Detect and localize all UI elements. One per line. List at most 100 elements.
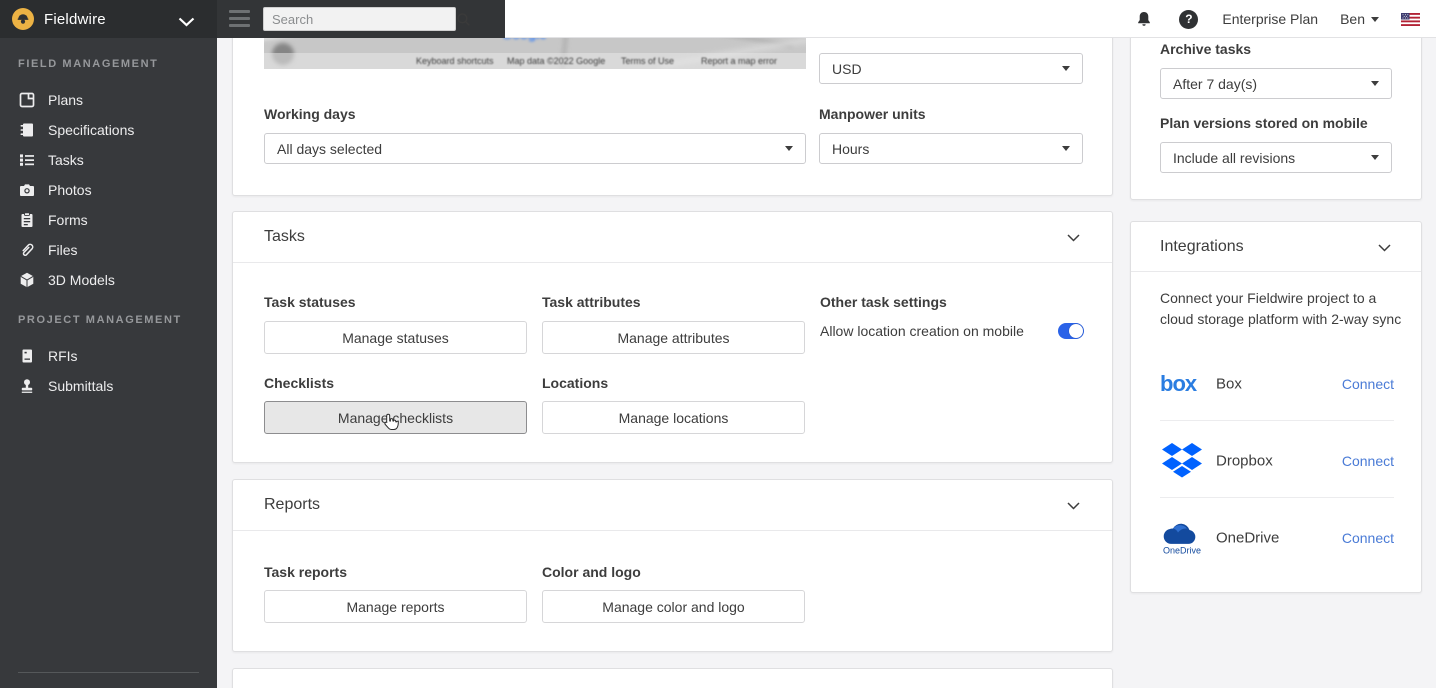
fieldwire-project-settings-page: Google Keyboard shortcuts Map data ©2022…: [0, 0, 1436, 688]
map-data-label: Map data ©2022 Google: [507, 56, 605, 66]
sidebar-item-3d-models[interactable]: 3D Models: [0, 265, 217, 295]
working-days-select[interactable]: All days selected: [264, 133, 806, 164]
brand-name: Fieldwire: [44, 11, 106, 28]
task-reports-label: Task reports: [264, 564, 347, 580]
manpower-units-select[interactable]: Hours: [819, 133, 1083, 164]
chevron-down-icon[interactable]: [1378, 244, 1391, 252]
box-connect-link[interactable]: Connect: [1342, 376, 1394, 392]
integrations-card-header[interactable]: Integrations: [1131, 222, 1421, 272]
map-terms-link[interactable]: Terms of Use: [621, 56, 674, 66]
plan-versions-select[interactable]: Include all revisions: [1160, 142, 1392, 173]
tasks-settings-card: Tasks Task statuses Task attributes Othe…: [232, 211, 1113, 463]
project-switcher[interactable]: Fieldwire: [0, 0, 217, 38]
manage-statuses-button[interactable]: Manage statuses: [264, 321, 527, 354]
manpower-units-value: Hours: [832, 141, 869, 157]
photos-icon: [18, 182, 35, 199]
notifications-bell-icon[interactable]: [1135, 10, 1153, 29]
map-keyboard-shortcuts-link[interactable]: Keyboard shortcuts: [416, 56, 494, 66]
locations-label: Locations: [542, 375, 608, 391]
search-icon[interactable]: [456, 12, 471, 27]
working-days-label: Working days: [264, 106, 356, 122]
sidebar-section-field-management: FIELD MANAGEMENT: [18, 56, 158, 72]
integrations-description: Connect your Fieldwire project to a clou…: [1160, 288, 1402, 330]
onedrive-connect-link[interactable]: Connect: [1342, 530, 1394, 546]
mouse-cursor-pointer-icon: [383, 413, 399, 436]
menu-toggle-icon[interactable]: [229, 10, 250, 27]
map-report-error-link[interactable]: Report a map error: [701, 56, 777, 66]
archive-tasks-select[interactable]: After 7 day(s): [1160, 68, 1392, 99]
divider: [18, 672, 199, 673]
sidebar-item-label: Plans: [48, 92, 83, 108]
color-and-logo-label: Color and logo: [542, 564, 641, 580]
specifications-icon: [18, 122, 35, 139]
chevron-down-icon: [1062, 146, 1070, 151]
sidebar-item-label: Forms: [48, 212, 88, 228]
chevron-down-icon: [1062, 66, 1070, 71]
sidebar-item-submittals[interactable]: Submittals: [0, 371, 217, 401]
help-icon[interactable]: ?: [1179, 10, 1198, 29]
chevron-down-icon: [785, 146, 793, 151]
sidebar-item-forms[interactable]: Forms: [0, 205, 217, 235]
integration-row-dropbox: Dropbox Connect: [1160, 431, 1394, 491]
task-attributes-label: Task attributes: [542, 294, 641, 310]
allow-location-creation-toggle[interactable]: [1058, 323, 1084, 339]
sidebar-item-label: RFIs: [48, 348, 78, 364]
search-input[interactable]: [264, 12, 456, 27]
sidebar-item-files[interactable]: Files: [0, 235, 217, 265]
manage-color-logo-button[interactable]: Manage color and logo: [542, 590, 805, 623]
working-days-value: All days selected: [277, 141, 382, 157]
task-statuses-label: Task statuses: [264, 294, 356, 310]
manage-attributes-button[interactable]: Manage attributes: [542, 321, 805, 354]
sidebar-item-label: Photos: [48, 182, 92, 198]
manage-reports-button[interactable]: Manage reports: [264, 590, 527, 623]
language-flag-us-icon[interactable]: [1401, 13, 1420, 26]
integration-name: Dropbox: [1216, 453, 1273, 470]
toggle-knob: [1069, 324, 1083, 338]
stamp-icon: [18, 378, 35, 395]
other-task-settings-label: Other task settings: [820, 294, 947, 310]
user-menu[interactable]: Ben: [1340, 11, 1379, 27]
cube-icon: [18, 272, 35, 289]
sidebar: FIELD MANAGEMENT Plans Specifications Ta…: [0, 38, 217, 688]
sidebar-item-plans[interactable]: Plans: [0, 85, 217, 115]
plan-badge[interactable]: Enterprise Plan: [1222, 11, 1318, 27]
integration-row-onedrive: OneDrive OneDrive Connect: [1160, 508, 1394, 568]
manage-locations-button[interactable]: Manage locations: [542, 401, 805, 434]
tasks-card-header[interactable]: Tasks: [233, 212, 1112, 263]
integrations-card-title: Integrations: [1160, 238, 1244, 256]
manpower-units-label: Manpower units: [819, 106, 926, 122]
integration-name: OneDrive: [1216, 530, 1279, 547]
plan-versions-label: Plan versions stored on mobile: [1160, 115, 1368, 131]
forms-icon: [18, 212, 35, 229]
sidebar-item-rfis[interactable]: RFIs: [0, 341, 217, 371]
archive-tasks-label: Archive tasks: [1160, 41, 1251, 57]
tasks-icon: [18, 152, 35, 169]
sidebar-item-label: 3D Models: [48, 272, 115, 288]
currency-select[interactable]: USD: [819, 53, 1083, 84]
archive-tasks-value: After 7 day(s): [1173, 76, 1257, 92]
files-icon: [18, 242, 35, 259]
chevron-down-icon[interactable]: [1067, 502, 1080, 510]
search-box[interactable]: [263, 7, 456, 31]
dropbox-connect-link[interactable]: Connect: [1342, 453, 1394, 469]
chevron-down-icon: [1371, 17, 1379, 22]
integration-name: Box: [1216, 376, 1242, 393]
chevron-down-icon[interactable]: [1067, 234, 1080, 242]
sidebar-item-tasks[interactable]: Tasks: [0, 145, 217, 175]
checklists-label: Checklists: [264, 375, 334, 391]
tasks-card-title: Tasks: [264, 228, 305, 246]
chevron-down-icon[interactable]: [178, 14, 195, 32]
sidebar-item-specifications[interactable]: Specifications: [0, 115, 217, 145]
reports-card-header[interactable]: Reports: [233, 480, 1112, 531]
sidebar-section-project-management: PROJECT MANAGEMENT: [18, 312, 182, 328]
plans-icon: [18, 92, 35, 109]
rfi-document-icon: [18, 348, 35, 365]
divider: [1160, 420, 1394, 421]
top-bar: Fieldwire ? Enterprise Plan Ben: [0, 0, 1436, 38]
currency-value: USD: [832, 61, 862, 77]
sidebar-item-label: Files: [48, 242, 78, 258]
chevron-down-icon: [1371, 81, 1379, 86]
sidebar-item-photos[interactable]: Photos: [0, 175, 217, 205]
box-logo: box: [1160, 371, 1196, 397]
sidebar-item-label: Specifications: [48, 122, 134, 138]
